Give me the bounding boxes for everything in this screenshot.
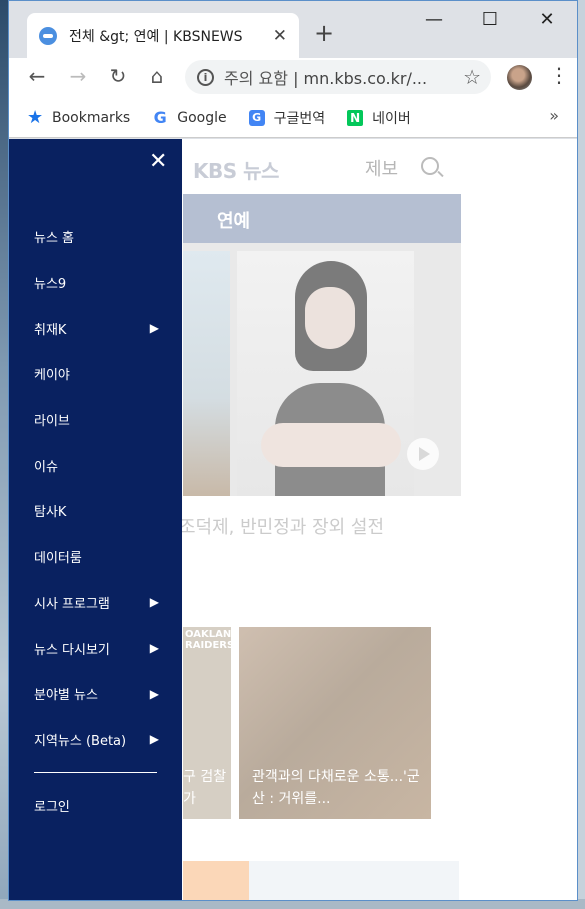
bookmark-google[interactable]: G Google: [152, 108, 227, 127]
info-icon[interactable]: i: [197, 68, 214, 86]
drawer-item-label: 라이브: [34, 414, 70, 430]
hero-caption[interactable]: 조덕제, 반민정과 장외 설전: [179, 513, 384, 539]
naver-icon: N: [347, 109, 364, 126]
close-icon[interactable]: ✕: [149, 149, 167, 174]
address-bar[interactable]: i 주의 요함 | mn.kbs.co.kr/... ☆: [185, 60, 491, 94]
report-link[interactable]: 제보: [365, 155, 398, 181]
bookmark-label: Bookmarks: [52, 109, 131, 126]
desktop-background-right: [577, 0, 585, 909]
drawer-item-label: 케이야: [34, 368, 70, 384]
browser-tab[interactable]: 전체 &gt; 연예 | KBSNEWS ✕: [27, 13, 299, 58]
hero-image[interactable]: [183, 243, 461, 496]
google-icon: G: [153, 108, 167, 127]
star-icon: ★: [26, 107, 44, 128]
drawer-item[interactable]: 뉴스9: [34, 260, 159, 306]
drawer-item-label: 지역뉴스 (Beta): [34, 733, 127, 749]
section-bar: 연예: [183, 194, 461, 243]
new-tab-button[interactable]: +: [314, 19, 334, 47]
chevron-right-icon[interactable]: ▶: [150, 321, 159, 335]
chevron-right-icon[interactable]: ▶: [150, 687, 159, 701]
browser-window: 전체 &gt; 연예 | KBSNEWS ✕ + — ☐ ✕ ← → ↻ ⌂ i…: [8, 0, 578, 901]
tab-title: 전체 &gt; 연예 | KBSNEWS: [69, 28, 243, 45]
tab-close-icon[interactable]: ✕: [273, 26, 287, 46]
kbs-favicon-icon: [39, 26, 57, 45]
back-icon[interactable]: ←: [23, 64, 51, 88]
drawer-item[interactable]: 케이야: [34, 351, 159, 397]
drawer-item[interactable]: 라이브: [34, 397, 159, 443]
drawer-item[interactable]: 시사 프로그램 ▶: [34, 580, 159, 626]
thumbnail-left-caption[interactable]: 구 검찰 가: [183, 766, 226, 810]
bookmarks-overflow-button[interactable]: »: [549, 106, 559, 125]
chevron-right-icon[interactable]: ▶: [150, 595, 159, 609]
profile-avatar[interactable]: [507, 65, 532, 90]
bookmarks-bar: ★ Bookmarks G Google G 구글번역 N 네이버 »: [9, 98, 577, 138]
chevron-right-icon[interactable]: ▶: [150, 641, 159, 655]
close-window-button[interactable]: ✕: [532, 9, 562, 30]
browser-toolbar: ← → ↻ ⌂ i 주의 요함 | mn.kbs.co.kr/... ☆ ⋮: [9, 58, 577, 98]
hero-image-left: [183, 251, 230, 496]
maximize-button[interactable]: ☐: [475, 9, 505, 30]
drawer-menu-list: 뉴스 홈 뉴스9 취재K ▶ 케이야 라이브 이슈 탐사K 데이터룸 시사 프로그램 ▶ 뉴스 다시보…: [34, 214, 159, 762]
bottom-banner-right[interactable]: [249, 861, 459, 900]
drawer-item-label: 뉴스 홈: [34, 231, 75, 247]
kbs-news-logo[interactable]: KBS 뉴스: [193, 155, 279, 184]
bookmark-naver[interactable]: N 네이버: [347, 108, 411, 128]
section-title: 연예: [217, 211, 251, 232]
thumbnail-caption[interactable]: 관객과의 다채로운 소통...'군산 : 거위를...: [252, 766, 422, 810]
drawer-item[interactable]: 취재K ▶: [34, 305, 159, 351]
drawer-item[interactable]: 탐사K: [34, 488, 159, 534]
bookmark-label: 구글번역: [273, 110, 326, 127]
drawer-item-label: 분야별 뉴스: [34, 688, 98, 704]
hero-photo-arms: [261, 423, 401, 467]
web-page: KBS 뉴스 제보 연예 조덕제, 반민정과 장외 설전 OAKLAND RAI…: [9, 139, 577, 900]
search-icon[interactable]: [421, 157, 439, 175]
address-separator: |: [293, 69, 299, 88]
drawer-item[interactable]: 이슈: [34, 442, 159, 488]
side-menu-drawer: ✕ 뉴스 홈 뉴스9 취재K ▶ 케이야 라이브 이슈 탐사K 데이터룸 시사 프로그램 ▶ 뉴스 다…: [9, 139, 182, 900]
forward-icon[interactable]: →: [64, 64, 92, 88]
drawer-item-label: 취재K: [34, 322, 67, 338]
drawer-item[interactable]: 분야별 뉴스 ▶: [34, 671, 159, 717]
translate-icon: G: [248, 109, 265, 126]
home-icon[interactable]: ⌂: [143, 64, 171, 88]
drawer-divider: [34, 772, 157, 773]
drawer-item-label: 뉴스9: [34, 277, 67, 293]
play-icon[interactable]: [407, 438, 439, 470]
reload-icon[interactable]: ↻: [104, 64, 132, 88]
drawer-item-label: 이슈: [34, 459, 58, 475]
menu-icon[interactable]: ⋮: [549, 63, 569, 87]
security-status: 주의 요함: [224, 69, 288, 88]
address-text: 주의 요함 | mn.kbs.co.kr/...: [224, 65, 439, 89]
login-link[interactable]: 로그인: [34, 796, 70, 815]
drawer-item-label: 뉴스 다시보기: [34, 642, 110, 658]
thumbnail-badge-text: OAKLAND RAIDERS: [185, 629, 240, 651]
drawer-item[interactable]: 데이터룸: [34, 534, 159, 580]
drawer-item-label: 시사 프로그램: [34, 596, 110, 612]
chevron-right-icon[interactable]: ▶: [150, 732, 159, 746]
drawer-item[interactable]: 지역뉴스 (Beta) ▶: [34, 717, 159, 763]
minimize-button[interactable]: —: [419, 9, 449, 30]
drawer-item[interactable]: 뉴스 다시보기 ▶: [34, 625, 159, 671]
bottom-banner-left[interactable]: [183, 861, 249, 900]
star-icon[interactable]: ☆: [463, 65, 481, 89]
bookmark-label: Google: [177, 109, 227, 126]
drawer-item[interactable]: 뉴스 홈: [34, 214, 159, 260]
bookmark-translate[interactable]: G 구글번역: [248, 108, 326, 128]
url-text: mn.kbs.co.kr/...: [303, 69, 428, 88]
drawer-item-label: 데이터룸: [34, 551, 82, 567]
hero-photo-face: [305, 287, 355, 349]
drawer-item-label: 탐사K: [34, 505, 67, 521]
site-header: KBS 뉴스 제보: [183, 139, 461, 194]
bookmark-label: 네이버: [372, 110, 411, 127]
tab-strip: 전체 &gt; 연예 | KBSNEWS ✕ + — ☐ ✕: [9, 1, 577, 58]
bookmark-bookmarks[interactable]: ★ Bookmarks: [26, 107, 131, 128]
